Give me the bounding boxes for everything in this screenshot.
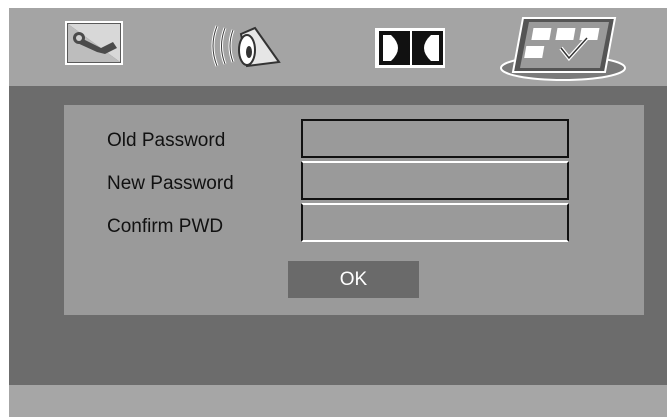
wrench-icon	[65, 21, 123, 65]
dolby-icon	[375, 28, 445, 68]
confirm-password-label: Confirm PWD	[107, 216, 224, 237]
tab-dolby-setup[interactable]	[367, 8, 455, 86]
new-password-field[interactable]	[301, 161, 569, 200]
confirm-password-field[interactable]	[301, 203, 569, 242]
tab-audio-setup[interactable]	[205, 8, 291, 86]
status-bar	[9, 385, 667, 417]
speaker-icon	[211, 25, 281, 68]
setup-screen: Old Password New Password Confirm PWD OK	[9, 8, 667, 417]
ok-button[interactable]: OK	[288, 261, 419, 298]
setup-menu-bar	[9, 8, 667, 86]
old-password-label: Old Password	[107, 130, 226, 151]
tab-preference-setup[interactable]	[499, 8, 627, 86]
checklist-icon	[500, 17, 626, 81]
old-password-field[interactable]	[301, 119, 569, 158]
password-panel: Old Password New Password Confirm PWD OK	[64, 105, 644, 315]
tab-general-setup[interactable]	[63, 8, 129, 86]
new-password-label: New Password	[107, 173, 234, 194]
